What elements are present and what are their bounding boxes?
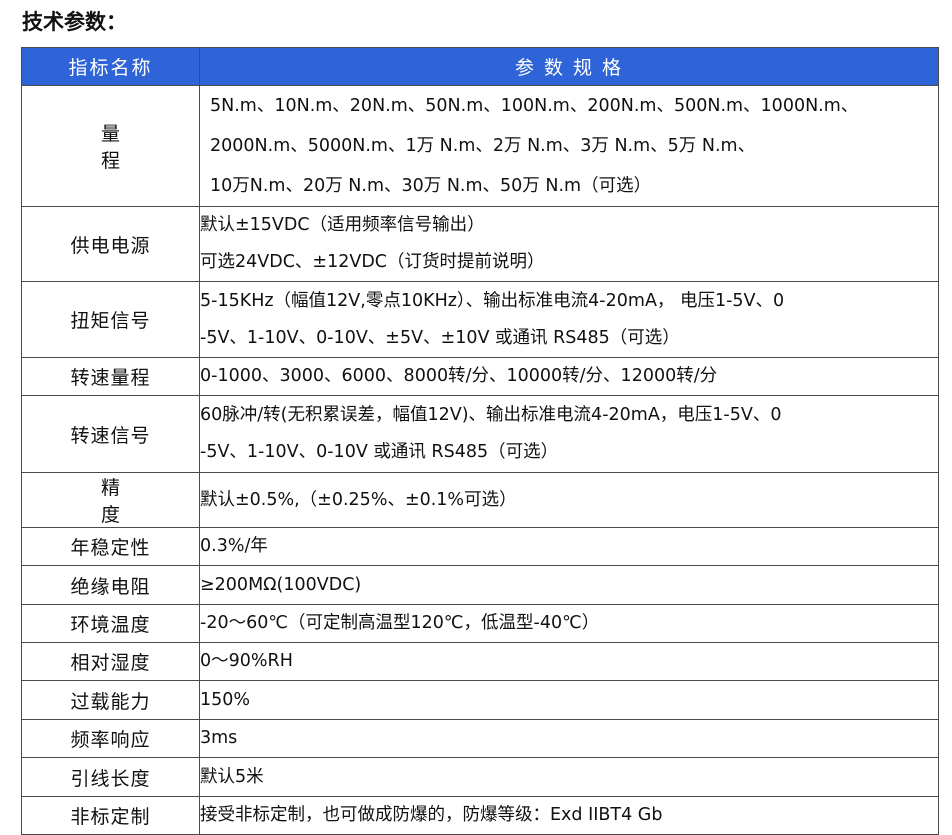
row-value: 接受非标定制，也可做成防爆的，防爆等级：Exd IIBT4 Gb	[199, 796, 939, 835]
table-row: 扭矩信号 5-15KHz（幅值12V,零点10KHz）、输出标准电流4-20mA…	[21, 281, 939, 358]
table-row: 环境温度 -20～60℃（可定制高温型120℃，低温型-40℃）	[21, 604, 939, 643]
row-name: 量程	[21, 85, 200, 207]
table-row: 过载能力 150%	[21, 680, 939, 720]
row-value: -20～60℃（可定制高温型120℃，低温型-40℃）	[199, 604, 939, 643]
table-row: 年稳定性 0.3%/年	[21, 527, 939, 566]
row-name: 转速量程	[21, 357, 200, 396]
row-name: 非标定制	[21, 796, 200, 835]
row-name: 环境温度	[21, 604, 200, 643]
row-name: 扭矩信号	[21, 281, 200, 358]
row-value: 默认±0.5%,（±0.25%、±0.1%可选）	[199, 472, 939, 528]
row-value: 0.3%/年	[199, 527, 939, 566]
table-row: 转速信号 60脉冲/转(无积累误差，幅值12V)、输出标准电流4-20mA，电压…	[21, 395, 939, 473]
row-value: 5-15KHz（幅值12V,零点10KHz）、输出标准电流4-20mA， 电压1…	[199, 281, 939, 358]
row-value: 默认±15VDC（适用频率信号输出） 可选24VDC、±12VDC（订货时提前说…	[199, 206, 939, 282]
table-row: 相对湿度 0～90%RH	[21, 642, 939, 681]
table-row: 绝缘电阻 ≥200MΩ(100VDC)	[21, 565, 939, 605]
row-name: 绝缘电阻	[21, 565, 200, 605]
header-spec: 参 数 规 格	[199, 47, 939, 86]
row-value: ≥200MΩ(100VDC)	[199, 565, 939, 605]
header-indicator-name: 指标名称	[21, 47, 200, 86]
table-row: 非标定制 接受非标定制，也可做成防爆的，防爆等级：Exd IIBT4 Gb	[21, 796, 939, 835]
row-name: 年稳定性	[21, 527, 200, 566]
row-value: 60脉冲/转(无积累误差，幅值12V)、输出标准电流4-20mA，电压1-5V、…	[199, 395, 939, 473]
row-name: 过载能力	[21, 680, 200, 720]
table-row: 频率响应 3ms	[21, 719, 939, 758]
table-row: 精度 默认±0.5%,（±0.25%、±0.1%可选）	[21, 472, 939, 528]
row-value: 0-1000、3000、6000、8000转/分、10000转/分、12000转…	[199, 357, 939, 396]
page-heading: 技术参数：	[22, 10, 127, 34]
table-row: 引线长度 默认5米	[21, 757, 939, 797]
row-name: 精度	[21, 472, 200, 528]
row-name: 相对湿度	[21, 642, 200, 681]
table-row: 供电电源 默认±15VDC（适用频率信号输出） 可选24VDC、±12VDC（订…	[21, 206, 939, 282]
row-name: 转速信号	[21, 395, 200, 473]
row-name: 引线长度	[21, 757, 200, 797]
row-value: 5N.m、10N.m、20N.m、50N.m、100N.m、200N.m、500…	[199, 85, 939, 207]
row-value: 150%	[199, 680, 939, 720]
spec-table: 指标名称 参 数 规 格 量程 5N.m、10N.m、20N.m、50N.m、1…	[21, 47, 939, 835]
row-value: 0～90%RH	[199, 642, 939, 681]
table-row: 量程 5N.m、10N.m、20N.m、50N.m、100N.m、200N.m、…	[21, 85, 939, 207]
table-header-row: 指标名称 参 数 规 格	[21, 47, 939, 86]
row-name: 供电电源	[21, 206, 200, 282]
row-value: 3ms	[199, 719, 939, 758]
row-name: 频率响应	[21, 719, 200, 758]
row-value: 默认5米	[199, 757, 939, 797]
table-row: 转速量程 0-1000、3000、6000、8000转/分、10000转/分、1…	[21, 357, 939, 396]
